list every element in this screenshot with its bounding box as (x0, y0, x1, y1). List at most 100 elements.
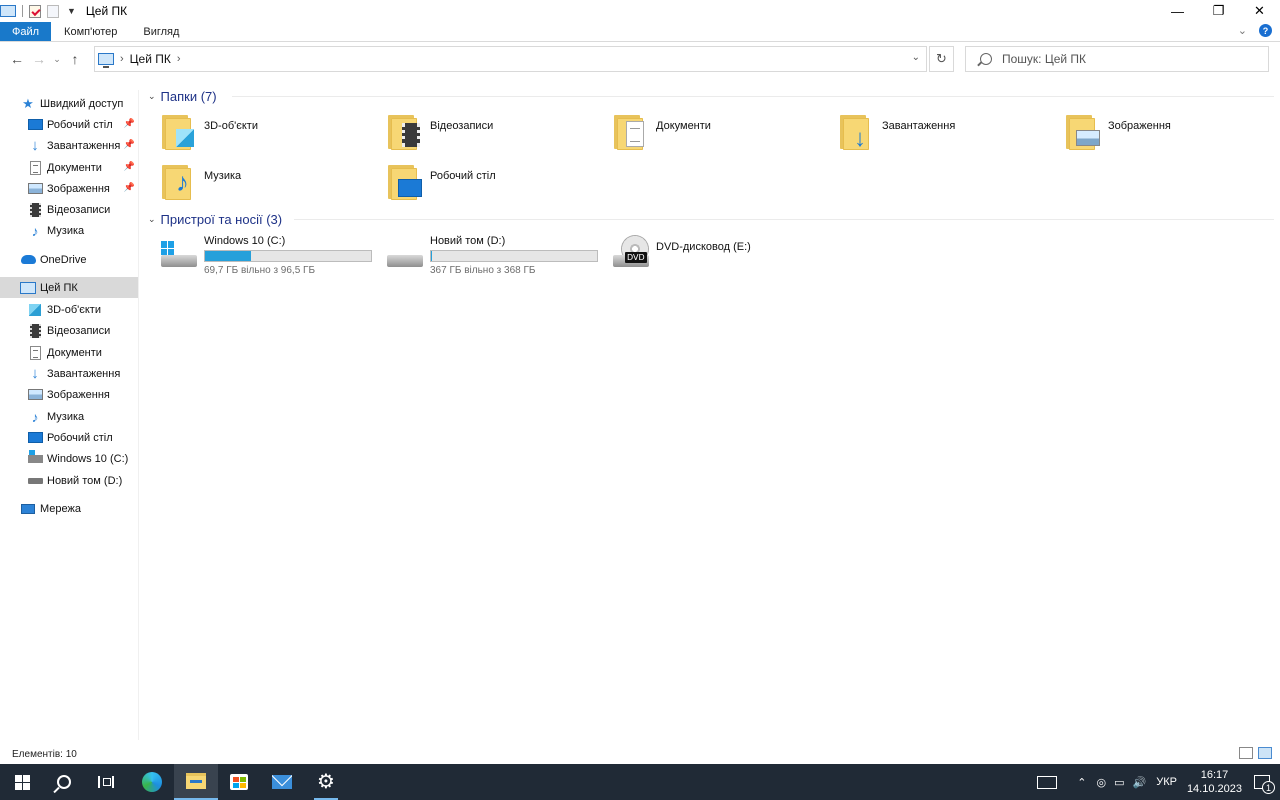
folder-tile-documents[interactable]: Документи (614, 113, 834, 157)
breadcrumb-this-pc[interactable]: Цей ПК (130, 52, 171, 66)
pictures-folder-icon (1066, 113, 1100, 151)
folder-tile-pictures[interactable]: Зображення (1066, 113, 1280, 157)
address-dropdown-icon[interactable]: ⌄ (912, 52, 920, 63)
search-box[interactable] (965, 46, 1269, 72)
notifications-icon[interactable] (1254, 775, 1275, 794)
breadcrumb-chevron-icon[interactable]: › (120, 53, 124, 65)
sidebar-item-label: Музика (47, 224, 85, 237)
expand-ribbon-icon[interactable]: ⌄ (1238, 24, 1247, 37)
edge-icon (142, 772, 162, 792)
volume-icon[interactable]: 🔊 (1133, 776, 1147, 789)
folder-tile-music[interactable]: ♪ Музика (162, 163, 382, 207)
network-icon[interactable]: ▭ (1114, 776, 1124, 789)
pin-icon[interactable]: 📌 (124, 139, 135, 150)
address-bar[interactable]: › Цей ПК › ⌄ (94, 46, 927, 72)
show-hidden-icons-icon[interactable]: ⌃ (1077, 776, 1086, 789)
music-folder-icon: ♪ (162, 163, 196, 201)
language-indicator[interactable]: УКР (1156, 776, 1177, 788)
sidebar-item-pictures[interactable]: Зображення 📌 (0, 178, 138, 199)
quick-access-toolbar: ▼ (0, 0, 76, 22)
pin-icon[interactable]: 📌 (124, 182, 135, 193)
sidebar-item-music[interactable]: ♪ Музика (0, 220, 138, 241)
breadcrumb-chevron-icon[interactable]: › (177, 53, 181, 65)
tab-file[interactable]: Файл (0, 22, 52, 41)
system-drive-icon (27, 449, 43, 466)
search-button[interactable] (42, 764, 86, 800)
folder-tile-videos[interactable]: Відеозаписи (388, 113, 608, 157)
minimize-button[interactable]: — (1157, 0, 1198, 22)
pin-icon[interactable]: 📌 (124, 118, 135, 129)
edge-button[interactable] (130, 764, 174, 800)
this-pc-icon[interactable] (0, 5, 16, 17)
desktop-folder-icon (388, 163, 422, 201)
task-view-button[interactable] (84, 764, 128, 800)
touch-keyboard-icon[interactable] (1037, 775, 1058, 789)
folder-tile-desktop[interactable]: Робочий стіл (388, 163, 608, 207)
system-drive-icon (159, 235, 199, 273)
sidebar-item-desktop[interactable]: Робочий стіл (0, 427, 138, 448)
sidebar-item-downloads[interactable]: ↓ Завантаження (0, 363, 138, 384)
sidebar-item-quick-access[interactable]: ★ Швидкий доступ (0, 93, 138, 114)
store-button[interactable] (217, 764, 261, 800)
sidebar-item-drive-d[interactable]: Новий том (D:) (0, 470, 138, 491)
sidebar-item-documents[interactable]: Документи 📌 (0, 157, 138, 178)
large-icons-view-icon[interactable] (1258, 747, 1272, 759)
sidebar-item-pictures[interactable]: Зображення (0, 384, 138, 405)
settings-button[interactable]: ⚙ (304, 764, 348, 800)
sidebar-item-desktop[interactable]: Робочий стіл 📌 (0, 114, 138, 135)
customize-toolbar-dropdown-icon[interactable]: ▼ (67, 6, 76, 16)
devices-group-header[interactable]: ⌄ Пристрої та носії (3) (148, 210, 282, 228)
navigation-bar: ← → ⌄ ↑ › Цей ПК › ⌄ ↻ (0, 42, 1280, 76)
sidebar-item-onedrive[interactable]: OneDrive (0, 249, 138, 270)
sidebar-item-label: Мережа (40, 502, 81, 515)
tab-view[interactable]: Вигляд (130, 22, 192, 41)
help-icon[interactable]: ? (1259, 24, 1272, 37)
pictures-icon (27, 182, 43, 196)
folders-group-header[interactable]: ⌄ Папки (7) (148, 87, 217, 105)
drive-tile-d[interactable]: Новий том (D:) 367 ГБ вільно з 368 ГБ (385, 235, 598, 279)
collapse-chevron-icon[interactable]: ⌄ (148, 214, 156, 225)
file-explorer-button[interactable] (174, 764, 218, 800)
sidebar-item-this-pc[interactable]: Цей ПК (0, 277, 138, 298)
close-button[interactable]: ✕ (1239, 0, 1280, 22)
collapse-chevron-icon[interactable]: ⌄ (148, 91, 156, 102)
sidebar-item-drive-c[interactable]: Windows 10 (C:) (0, 448, 138, 469)
sidebar-item-label: Завантаження (47, 139, 121, 152)
group-divider (294, 219, 1274, 220)
search-icon (980, 53, 992, 65)
sidebar-item-videos[interactable]: Відеозаписи (0, 199, 138, 220)
maximize-button[interactable]: ❐ (1198, 0, 1239, 22)
clock[interactable]: 16:17 14.10.2023 (1187, 768, 1242, 796)
recent-locations-icon[interactable]: ⌄ (50, 48, 64, 70)
folder-tile-3d-objects[interactable]: 3D-об'єкти (162, 113, 382, 157)
task-view-icon (98, 776, 114, 788)
details-view-icon[interactable] (1239, 747, 1253, 759)
pin-icon[interactable]: 📌 (124, 161, 135, 172)
window-controls: — ❐ ✕ (1157, 0, 1280, 22)
sidebar-item-documents[interactable]: Документи (0, 342, 138, 363)
clock-time: 16:17 (1200, 769, 1229, 781)
documents-folder-icon (614, 113, 648, 151)
videos-folder-icon (388, 113, 422, 151)
drive-tile-c[interactable]: Windows 10 (C:) 69,7 ГБ вільно з 96,5 ГБ (159, 235, 372, 279)
search-input[interactable] (1002, 52, 1252, 66)
start-button[interactable] (0, 764, 44, 800)
sidebar-item-3d-objects[interactable]: 3D-об'єкти (0, 299, 138, 320)
toolbar-separator (22, 5, 23, 17)
up-arrow-icon[interactable]: ↑ (64, 48, 86, 70)
meet-now-icon[interactable]: ◎ (1096, 776, 1106, 789)
properties-icon[interactable] (29, 4, 41, 18)
mail-button[interactable] (260, 764, 304, 800)
sidebar-item-downloads[interactable]: ↓ Завантаження 📌 (0, 135, 138, 156)
refresh-button[interactable]: ↻ (929, 46, 954, 72)
folder-tile-downloads[interactable]: ↓ Завантаження (840, 113, 1060, 157)
sidebar-item-videos[interactable]: Відеозаписи (0, 320, 138, 341)
sidebar-item-network[interactable]: Мережа (0, 498, 138, 519)
forward-arrow-icon[interactable]: → (28, 48, 50, 70)
tab-computer[interactable]: Комп'ютер (51, 22, 130, 41)
back-arrow-icon[interactable]: ← (6, 48, 28, 70)
drive-tile-e[interactable]: DVD DVD-дисковод (E:) (611, 235, 751, 279)
new-folder-icon[interactable] (47, 4, 59, 18)
drive-free-space: 367 ГБ вільно з 368 ГБ (430, 265, 536, 276)
sidebar-item-music[interactable]: ♪ Музика (0, 406, 138, 427)
